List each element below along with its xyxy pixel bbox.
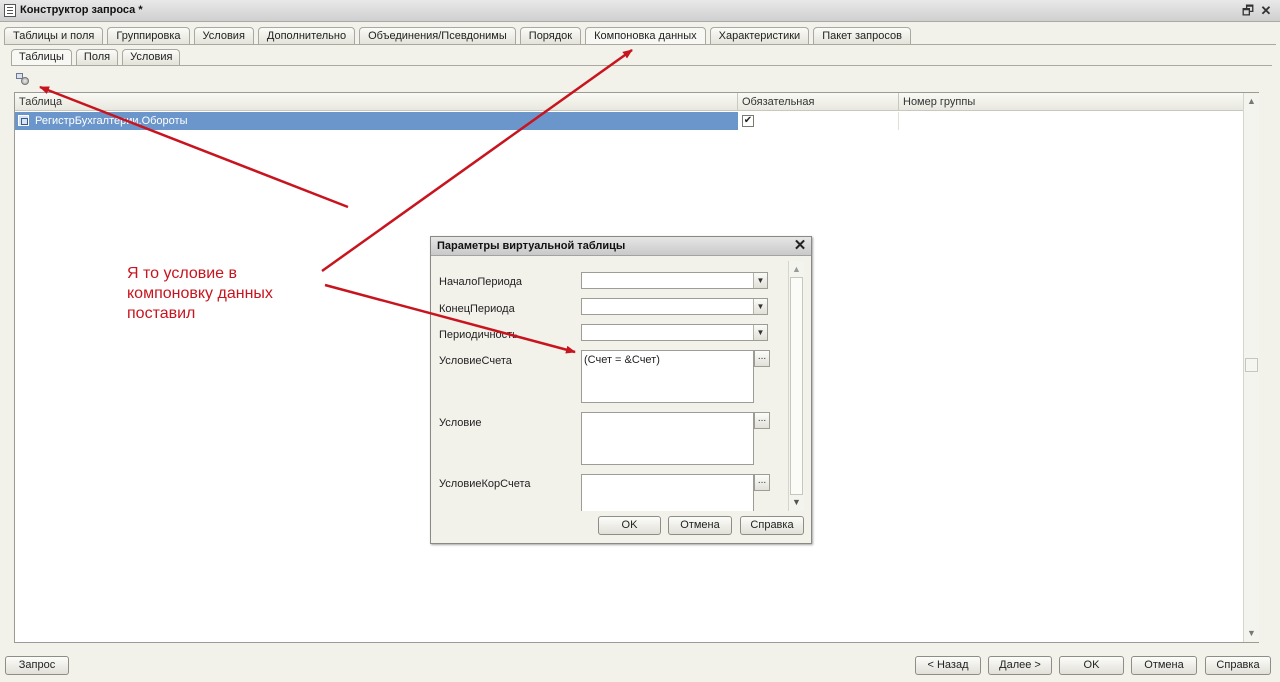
dialog-fields: НачалоПериода ▼ КонецПериода ▼ Периодичн…	[431, 257, 787, 511]
close-window-icon[interactable]: ✕	[1258, 3, 1274, 19]
virtual-table-parameters-icon[interactable]	[15, 72, 31, 86]
periodicity-combo[interactable]: ▼	[581, 324, 768, 341]
sub-tab-strip: Таблицы Поля Условия	[11, 49, 181, 65]
column-header-group-number[interactable]: Номер группы	[899, 93, 1243, 111]
account-condition-select-button[interactable]: ...	[754, 350, 770, 367]
dialog-help-button[interactable]: Справка	[740, 516, 804, 535]
grid-header: Таблица Обязательная Номер группы	[15, 93, 1243, 111]
dialog-title: Параметры виртуальной таблицы	[431, 237, 811, 256]
dialog-scrollbar[interactable]: ▲ ▼	[788, 261, 804, 511]
ok-button[interactable]: OK	[1059, 656, 1124, 675]
corr-account-condition-input[interactable]	[581, 474, 754, 511]
scrollbar-thumb[interactable]	[1245, 358, 1258, 372]
dialog-ok-button[interactable]: OK	[598, 516, 661, 535]
subtab-tables[interactable]: Таблицы	[11, 49, 72, 65]
tab-characteristics[interactable]: Характеристики	[709, 27, 810, 44]
table-name: РегистрБухгалтерии.Обороты	[35, 115, 188, 127]
scroll-up-icon[interactable]: ▲	[789, 262, 804, 276]
register-table-icon	[18, 115, 29, 126]
end-period-label: КонецПериода	[439, 303, 515, 315]
subtab-fields[interactable]: Поля	[75, 49, 119, 65]
start-period-combo[interactable]: ▼	[581, 272, 768, 289]
help-button[interactable]: Справка	[1205, 656, 1271, 675]
end-period-combo[interactable]: ▼	[581, 298, 768, 315]
tab-unions-aliases[interactable]: Объединения/Псевдонимы	[359, 27, 516, 44]
tab-additional[interactable]: Дополнительно	[257, 27, 356, 44]
required-checkbox[interactable]: ✔	[742, 115, 754, 127]
main-tab-strip: Таблицы и поля Группировка Условия Допол…	[4, 27, 911, 45]
window-title: Конструктор запроса *	[20, 4, 143, 16]
condition-select-button[interactable]: ...	[754, 412, 770, 429]
group-number-cell[interactable]	[899, 112, 1243, 130]
condition-label: Условие	[439, 417, 482, 429]
dialog-scrollbar-thumb[interactable]	[790, 277, 803, 495]
tab-query-batch[interactable]: Пакет запросов	[813, 27, 911, 44]
dialog-cancel-button[interactable]: Отмена	[668, 516, 732, 535]
tab-grouping[interactable]: Группировка	[107, 27, 190, 44]
chevron-down-icon[interactable]: ▼	[753, 299, 767, 314]
corr-account-condition-label: УсловиеКорСчета	[439, 478, 531, 490]
account-condition-label: УсловиеСчета	[439, 355, 512, 367]
scroll-down-icon[interactable]: ▼	[1244, 625, 1259, 641]
account-condition-input[interactable]: (Счет = &Счет)	[581, 350, 754, 403]
window-titlebar: Конструктор запроса * 🗗 ✕	[0, 0, 1280, 22]
bottom-button-bar: Запрос < Назад Далее > OK Отмена Справка	[0, 656, 1280, 678]
virtual-table-parameters-dialog: Параметры виртуальной таблицы ✕ НачалоПе…	[430, 236, 812, 544]
corr-account-condition-select-button[interactable]: ...	[754, 474, 770, 491]
chevron-down-icon[interactable]: ▼	[753, 273, 767, 288]
restore-window-icon[interactable]: 🗗	[1240, 3, 1256, 19]
tab-tables-and-fields[interactable]: Таблицы и поля	[4, 27, 104, 44]
subtab-conditions[interactable]: Условия	[122, 49, 181, 65]
scroll-down-icon[interactable]: ▼	[789, 495, 804, 509]
tab-conditions[interactable]: Условия	[193, 27, 254, 44]
table-name-cell[interactable]: РегистрБухгалтерии.Обороты	[15, 112, 738, 130]
document-icon	[4, 4, 16, 17]
tab-divider	[4, 44, 1276, 45]
scroll-up-icon[interactable]: ▲	[1244, 93, 1259, 109]
query-button[interactable]: Запрос	[5, 656, 69, 675]
back-button[interactable]: < Назад	[915, 656, 981, 675]
subtab-divider	[11, 65, 1272, 66]
table-row[interactable]: РегистрБухгалтерии.Обороты ✔	[15, 112, 1243, 130]
column-header-table[interactable]: Таблица	[15, 93, 738, 111]
annotation-text: Я то условие в компоновку данных постави…	[127, 265, 273, 322]
tab-data-composition[interactable]: Компоновка данных	[585, 27, 706, 45]
next-button[interactable]: Далее >	[988, 656, 1052, 675]
periodicity-label: Периодичность	[439, 329, 518, 341]
grid-scrollbar[interactable]: ▲ ▼	[1243, 93, 1259, 642]
column-header-required[interactable]: Обязательная	[738, 93, 899, 111]
required-cell[interactable]: ✔	[738, 112, 899, 130]
chevron-down-icon[interactable]: ▼	[753, 325, 767, 340]
start-period-label: НачалоПериода	[439, 276, 523, 288]
cancel-button[interactable]: Отмена	[1131, 656, 1197, 675]
dialog-close-icon[interactable]: ✕	[793, 238, 807, 254]
condition-input[interactable]	[581, 412, 754, 465]
tab-order[interactable]: Порядок	[519, 27, 582, 44]
